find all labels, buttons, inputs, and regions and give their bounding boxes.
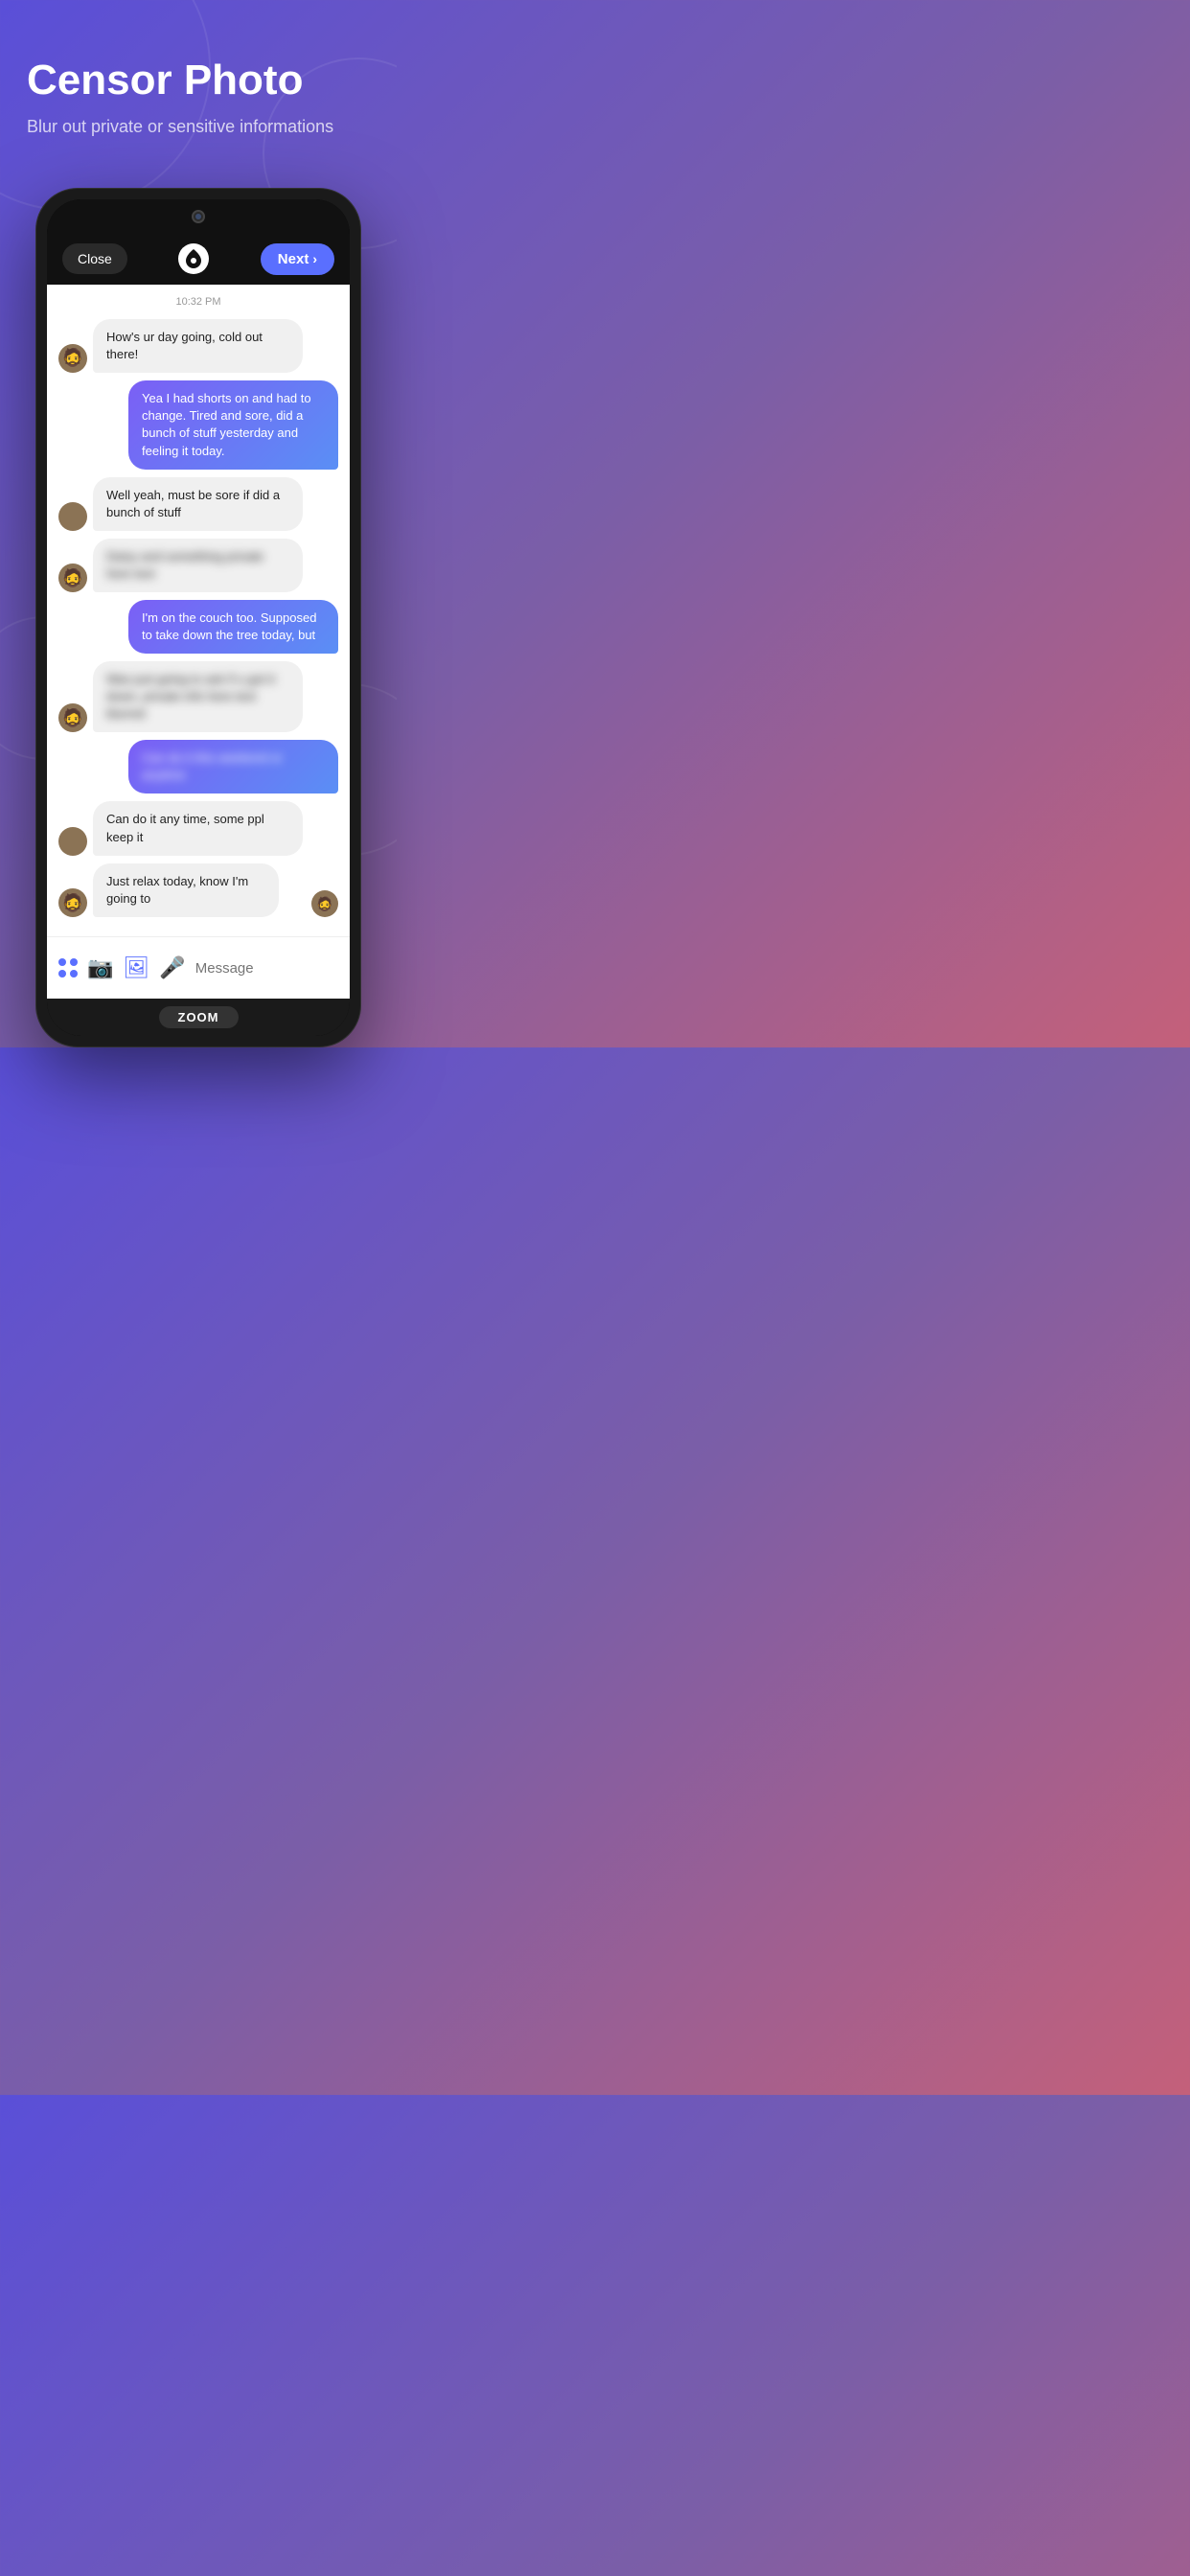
phone-input-bar: 📷 🖼 🎤 ↺ ↻ xyxy=(47,936,350,999)
message-row: Can do it this weekend or anytime xyxy=(58,740,338,794)
phone-mockup: Close Next › 10:32 PM � xyxy=(35,188,361,1048)
zoom-label: ZOOM xyxy=(159,1006,239,1028)
grid-dots-icon xyxy=(58,958,78,978)
avatar xyxy=(58,827,87,856)
phone-notch-bar xyxy=(47,199,350,234)
avatar: 🧔 xyxy=(58,564,87,592)
chat-bubble-blurred: Was just going to ask if u got it down, … xyxy=(93,661,303,732)
message-row: Yea I had shorts on and had to change. T… xyxy=(58,380,338,470)
chat-bubble-received: How's ur day going, cold out there! xyxy=(93,319,303,373)
chat-area: 10:32 PM 🧔 How's ur day going, cold out … xyxy=(47,285,350,937)
chat-bubble-received: Just relax today, know I'm going to xyxy=(93,863,279,917)
chat-bubble-received: Can do it any time, some ppl keep it xyxy=(93,801,303,855)
avatar: 🧔 xyxy=(58,888,87,917)
small-avatar: 🧔 xyxy=(311,890,338,917)
phone-inner-screen: Close Next › 10:32 PM � xyxy=(47,199,350,1037)
message-row: 🧔 Was just going to ask if u got it down… xyxy=(58,661,338,732)
avatar: 🧔 xyxy=(58,703,87,732)
close-button[interactable]: Close xyxy=(62,243,127,274)
page-title: Censor Photo xyxy=(27,58,370,104)
chat-timestamp: 10:32 PM xyxy=(58,296,338,308)
message-row: Well yeah, must be sore if did a bunch o… xyxy=(58,477,338,531)
page-subtitle: Blur out private or sensitive informatio… xyxy=(27,115,370,139)
message-row: I'm on the couch too. Supposed to take d… xyxy=(58,600,338,654)
next-button[interactable]: Next › xyxy=(261,243,334,275)
message-row: 🧔 Just relax today, know I'm going to 🧔 xyxy=(58,863,338,917)
avatar xyxy=(58,502,87,531)
camera-notch xyxy=(192,210,205,223)
microphone-icon[interactable]: 🎤 xyxy=(159,955,185,980)
zoom-bar: ZOOM xyxy=(47,999,350,1036)
chat-bubble-received: Well yeah, must be sore if did a bunch o… xyxy=(93,477,303,531)
phone-outer-frame: Close Next › 10:32 PM � xyxy=(35,188,361,1048)
camera-icon[interactable]: 📷 xyxy=(87,955,113,980)
app-header: Close Next › xyxy=(47,234,350,285)
message-row: 🧔 How's ur day going, cold out there! xyxy=(58,319,338,373)
avatar: 🧔 xyxy=(58,344,87,373)
message-row: Can do it any time, some ppl keep it xyxy=(58,801,338,855)
header-section: Censor Photo Blur out private or sensiti… xyxy=(0,0,397,169)
chat-bubble-sent: Yea I had shorts on and had to change. T… xyxy=(128,380,338,470)
app-logo xyxy=(178,243,209,274)
next-chevron-icon: › xyxy=(312,251,317,266)
chat-bubble-sent: I'm on the couch too. Supposed to take d… xyxy=(128,600,338,654)
chat-bubble-blurred: Daisy and something private here text xyxy=(93,539,303,592)
gallery-icon[interactable]: 🖼 xyxy=(123,955,149,980)
message-input[interactable] xyxy=(195,960,350,977)
chat-bubble-blurred-sent: Can do it this weekend or anytime xyxy=(128,740,338,794)
message-row: 🧔 Daisy and something private here text xyxy=(58,539,338,592)
